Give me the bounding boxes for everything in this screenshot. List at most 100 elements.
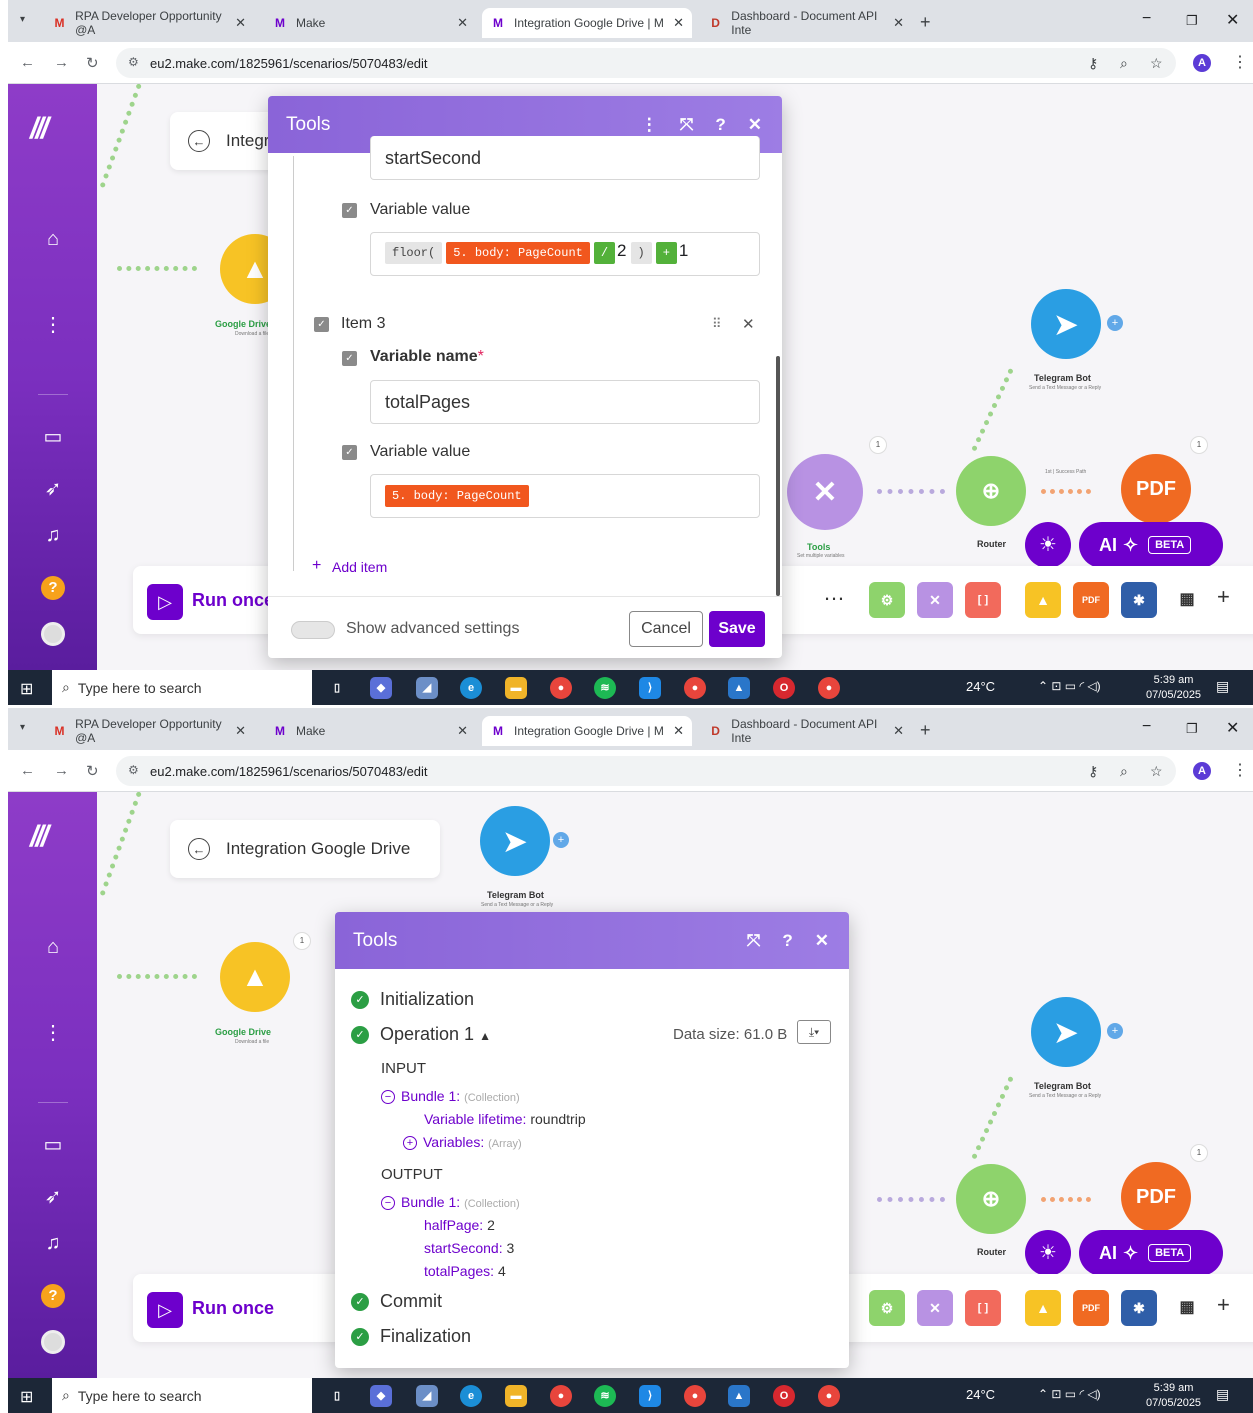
tab-dashboard[interactable]: D Dashboard - Document API Inte ✕ xyxy=(700,716,912,746)
more-horizontal-icon[interactable]: … xyxy=(823,580,845,606)
item2-value-input[interactable]: floor(5. body: PageCount/2) +1 xyxy=(370,232,760,276)
lightbulb-icon[interactable]: ☀ xyxy=(1025,1230,1071,1276)
browser-menu-icon[interactable]: ⋮ xyxy=(1232,760,1248,780)
bookmark-star-icon[interactable]: ☆ xyxy=(1150,763,1163,780)
telegram-module-icon[interactable]: ➤ xyxy=(1031,289,1101,359)
vscode-icon[interactable]: ⟩ xyxy=(639,677,661,699)
chrome-icon[interactable]: ● xyxy=(818,1385,840,1407)
field-pill[interactable]: 5. body: PageCount xyxy=(446,241,590,264)
close-icon[interactable]: ✕ xyxy=(235,15,246,31)
tab-make[interactable]: M Make ✕ xyxy=(264,8,476,38)
zoom-icon[interactable]: ⌕ xyxy=(1120,763,1128,780)
add-plus-icon[interactable]: + xyxy=(312,557,321,575)
expand-plus-icon[interactable]: + xyxy=(403,1136,417,1151)
profile-avatar[interactable]: A xyxy=(1193,762,1211,780)
advanced-settings-toggle[interactable] xyxy=(291,621,335,639)
close-icon[interactable]: ✕ xyxy=(235,723,246,739)
back-arrow-icon[interactable]: ← xyxy=(20,762,35,779)
google-drive-icon[interactable]: ▲ xyxy=(1025,582,1061,618)
user-avatar[interactable] xyxy=(41,622,65,646)
vscode-icon[interactable]: ⟩ xyxy=(639,1385,661,1407)
add-module-plus-icon[interactable]: + xyxy=(1107,315,1123,331)
restore-icon[interactable]: ❐ xyxy=(1186,13,1198,29)
telegram-module-icon[interactable]: ➤ xyxy=(480,806,550,876)
chrome-icon[interactable]: ● xyxy=(818,677,840,699)
site-settings-icon[interactable]: ⚙ xyxy=(128,763,139,777)
task-view-icon[interactable]: ▯ xyxy=(326,677,348,699)
system-tray-icons[interactable]: ⌃ ⊡ ▭ ◜ ◁) xyxy=(1038,1387,1101,1401)
photos-icon[interactable]: ▲ xyxy=(728,1385,750,1407)
edge-icon[interactable]: e xyxy=(460,1385,482,1407)
panel-close-icon[interactable]: ✕ xyxy=(748,115,762,135)
flow-control-icon[interactable]: ✱ xyxy=(1121,1290,1157,1326)
json-brackets-icon[interactable]: [ ] xyxy=(965,1290,1001,1326)
item3-value-input[interactable]: 5. body: PageCount xyxy=(370,474,760,518)
copilot-icon[interactable]: ◆ xyxy=(370,677,392,699)
windows-start-icon[interactable]: ⊞ xyxy=(20,1387,33,1407)
run-once-button[interactable]: Run once xyxy=(192,1298,274,1319)
collapse-minus-icon[interactable]: − xyxy=(381,1196,395,1211)
spotify-icon[interactable]: ≋ xyxy=(594,677,616,699)
rocket-icon[interactable]: ➶ xyxy=(40,476,66,501)
back-circle-icon[interactable]: ← xyxy=(188,130,210,152)
google-drive-module-icon[interactable]: ▲ xyxy=(220,942,290,1012)
checkbox-icon[interactable]: ✓ xyxy=(314,317,329,332)
make-logo-icon[interactable]: /// xyxy=(30,112,49,146)
help-question-icon[interactable]: ? xyxy=(782,931,792,951)
window-close-icon[interactable]: ✕ xyxy=(1226,10,1239,30)
back-circle-icon[interactable]: ← xyxy=(188,838,210,860)
tools-icon[interactable]: ✕ xyxy=(917,1290,953,1326)
password-key-icon[interactable]: ⚷ xyxy=(1088,763,1098,780)
apps-grid-icon[interactable]: ▦ xyxy=(1169,1290,1205,1326)
add-plus-icon[interactable]: + xyxy=(1217,584,1230,610)
minimize-icon[interactable]: − xyxy=(1142,10,1151,28)
expand-icon[interactable]: ⤧ xyxy=(747,931,761,951)
cancel-button[interactable]: Cancel xyxy=(629,611,703,647)
panel-scrollbar[interactable] xyxy=(776,356,780,596)
apps-grid-icon[interactable]: ▦ xyxy=(1169,582,1205,618)
taskbar-search[interactable]: ⌕ Type here to search xyxy=(52,1378,312,1413)
pdf-module-icon[interactable]: PDF xyxy=(1121,454,1191,524)
close-icon[interactable]: ✕ xyxy=(673,723,684,739)
router-module-icon[interactable]: ⊕ xyxy=(956,456,1026,526)
pdf-icon[interactable]: PDF xyxy=(1073,1290,1109,1326)
google-drive-icon[interactable]: ▲ xyxy=(1025,1290,1061,1326)
flow-control-icon[interactable]: ✱ xyxy=(1121,582,1157,618)
tab-integration[interactable]: M Integration Google Drive | Make ✕ xyxy=(482,716,692,746)
settings-gear-icon[interactable]: ⚙ xyxy=(869,582,905,618)
make-logo-icon[interactable]: /// xyxy=(30,820,49,854)
app-icon[interactable]: ◢ xyxy=(416,1385,438,1407)
drag-handle-icon[interactable]: ⠿ xyxy=(712,316,722,332)
panel-close-icon[interactable]: ✕ xyxy=(815,931,829,951)
tab-integration[interactable]: M Integration Google Drive | Make ✕ xyxy=(482,8,692,38)
password-key-icon[interactable]: ⚷ xyxy=(1088,55,1098,72)
remove-item-close-icon[interactable]: ✕ xyxy=(742,315,755,333)
browser-menu-icon[interactable]: ⋮ xyxy=(1232,52,1248,72)
item2-name-input[interactable]: startSecond xyxy=(370,136,760,180)
reload-icon[interactable]: ↻ xyxy=(86,54,99,72)
settings-gear-icon[interactable]: ⚙ xyxy=(869,1290,905,1326)
help-icon[interactable]: ? xyxy=(41,1284,65,1308)
weather-widget[interactable]: 24°C xyxy=(966,1387,995,1402)
close-icon[interactable]: ✕ xyxy=(673,15,684,31)
edge-icon[interactable]: e xyxy=(460,677,482,699)
copilot-icon[interactable]: ◆ xyxy=(370,1385,392,1407)
router-module-icon[interactable]: ⊕ xyxy=(956,1164,1026,1234)
home-icon[interactable]: ⌂ xyxy=(40,936,66,959)
zoom-icon[interactable]: ⌕ xyxy=(1120,55,1128,72)
tools-module-icon[interactable]: ✕ xyxy=(787,454,863,530)
opera-icon[interactable]: O xyxy=(773,677,795,699)
bookmark-star-icon[interactable]: ☆ xyxy=(1150,55,1163,72)
book-icon[interactable]: ▭ xyxy=(40,1132,66,1157)
back-arrow-icon[interactable]: ← xyxy=(20,54,35,71)
clock[interactable]: 5:39 am 07/05/2025 xyxy=(1146,1381,1201,1411)
add-module-plus-icon[interactable]: + xyxy=(553,832,569,848)
url-field[interactable]: ⚙ eu2.make.com/1825961/scenarios/5070483… xyxy=(116,756,1176,786)
run-once-play-icon[interactable]: ▷ xyxy=(147,1292,183,1328)
close-paren-pill[interactable]: ) xyxy=(630,241,652,264)
ai-assistant-button[interactable]: AI ✧ BETA xyxy=(1079,1230,1223,1276)
telegram-module-icon[interactable]: ➤ xyxy=(1031,997,1101,1067)
more-vertical-icon[interactable]: ⋮ xyxy=(40,312,66,337)
tab-make[interactable]: M Make ✕ xyxy=(264,716,476,746)
function-pill[interactable]: floor( xyxy=(385,241,443,264)
